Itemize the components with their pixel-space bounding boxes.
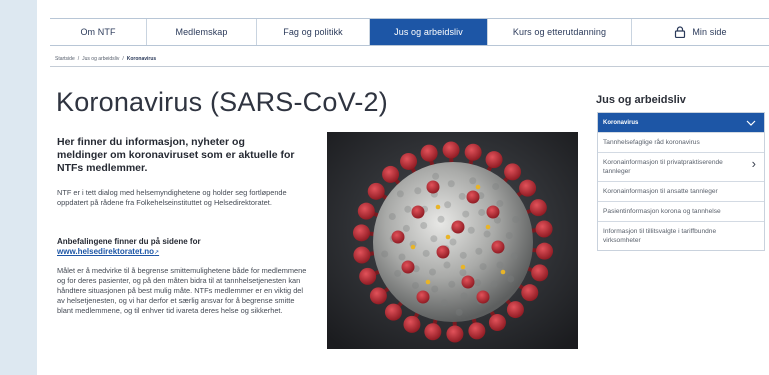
sidebar-item-koronavirus[interactable]: Koronavirus xyxy=(598,113,764,132)
sidebar-item-privatpraktiserende[interactable]: Koronainformasjon til privatpraktiserend… xyxy=(598,152,764,181)
sidebar-menu: Koronavirus Tannhelsefaglige råd koronav… xyxy=(597,112,765,251)
link-text: www.helsedirektoratet.no xyxy=(57,247,155,256)
coronavirus-image xyxy=(327,132,578,349)
breadcrumb: Startside / Jus og arbeidsliv / Koronavi… xyxy=(55,56,156,62)
helsedirektoratet-link[interactable]: www.helsedirektoratet.no↗ xyxy=(57,247,159,258)
nav-label: Om NTF xyxy=(80,27,116,37)
nav-label: Medlemskap xyxy=(175,27,228,37)
sidebar-item-tannhelsefaglige-rad[interactable]: Tannhelsefaglige råd koronavirus xyxy=(598,132,764,152)
nav-item-kurs-og-etterutdanning[interactable]: Kurs og etterutdanning xyxy=(488,19,632,45)
sidebar-title: Jus og arbeidsliv xyxy=(596,94,686,106)
breadcrumb-current: Koronavirus xyxy=(126,56,157,62)
page: Om NTF Medlemskap Fag og politikk Jus og… xyxy=(37,0,769,375)
sidebar-item-label: Pasientinformasjon korona og tannhelse xyxy=(603,208,721,215)
breadcrumb-item[interactable]: Startside xyxy=(55,56,75,62)
nav-item-min-side[interactable]: Min side xyxy=(632,19,769,45)
nav-label: Kurs og etterutdanning xyxy=(512,27,607,37)
sidebar-item-label: Informasjon til tillitsvalgte i tariffbu… xyxy=(603,228,717,244)
sidebar-item-label: Tannhelsefaglige råd koronavirus xyxy=(603,139,700,146)
sidebar-item-ansatte-tannleger[interactable]: Koronainformasjon til ansatte tannleger xyxy=(598,181,764,201)
breadcrumb-separator: / xyxy=(122,56,124,62)
breadcrumb-item[interactable]: Jus og arbeidsliv xyxy=(82,56,119,62)
top-nav: Om NTF Medlemskap Fag og politikk Jus og… xyxy=(50,18,769,46)
breadcrumb-separator: / xyxy=(77,56,80,62)
sidebar-item-label: Koronainformasjon til privatpraktiserend… xyxy=(603,159,723,175)
page-title: Koronavirus (SARS-CoV-2) xyxy=(56,87,388,117)
nav-item-jus-og-arbeidsliv[interactable]: Jus og arbeidsliv xyxy=(370,19,488,45)
external-link-icon: ↗ xyxy=(154,250,160,256)
sidebar-item-label: Koronainformasjon til ansatte tannleger xyxy=(603,188,718,195)
nav-item-fag-og-politikk[interactable]: Fag og politikk xyxy=(257,19,370,45)
nav-label: Fag og politikk xyxy=(283,27,343,37)
goal-paragraph: Målet er å medvirke til å begrense smitt… xyxy=(57,266,307,315)
lead-text: Her finner du informasjon, nyheter og me… xyxy=(57,136,295,174)
nav-item-medlemskap[interactable]: Medlemskap xyxy=(147,19,257,45)
chevron-down-icon xyxy=(746,120,756,126)
intro-paragraph: NTF er i tett dialog med helsemyndighete… xyxy=(57,188,287,207)
nav-label: Min side xyxy=(692,27,727,37)
sidebar-item-tillitsvalgte[interactable]: Informasjon til tillitsvalgte i tariffbu… xyxy=(598,221,764,250)
recommendations-heading: Anbefalingene finner du på sidene for xyxy=(57,237,201,246)
chevron-right-icon: › xyxy=(751,156,756,171)
lock-icon xyxy=(675,26,686,38)
nav-label: Jus og arbeidsliv xyxy=(394,27,463,37)
divider xyxy=(50,66,769,67)
sidebar-item-pasientinformasjon[interactable]: Pasientinformasjon korona og tannhelse xyxy=(598,201,764,221)
sidebar-item-label: Koronavirus xyxy=(603,119,639,126)
nav-item-om-ntf[interactable]: Om NTF xyxy=(50,19,147,45)
